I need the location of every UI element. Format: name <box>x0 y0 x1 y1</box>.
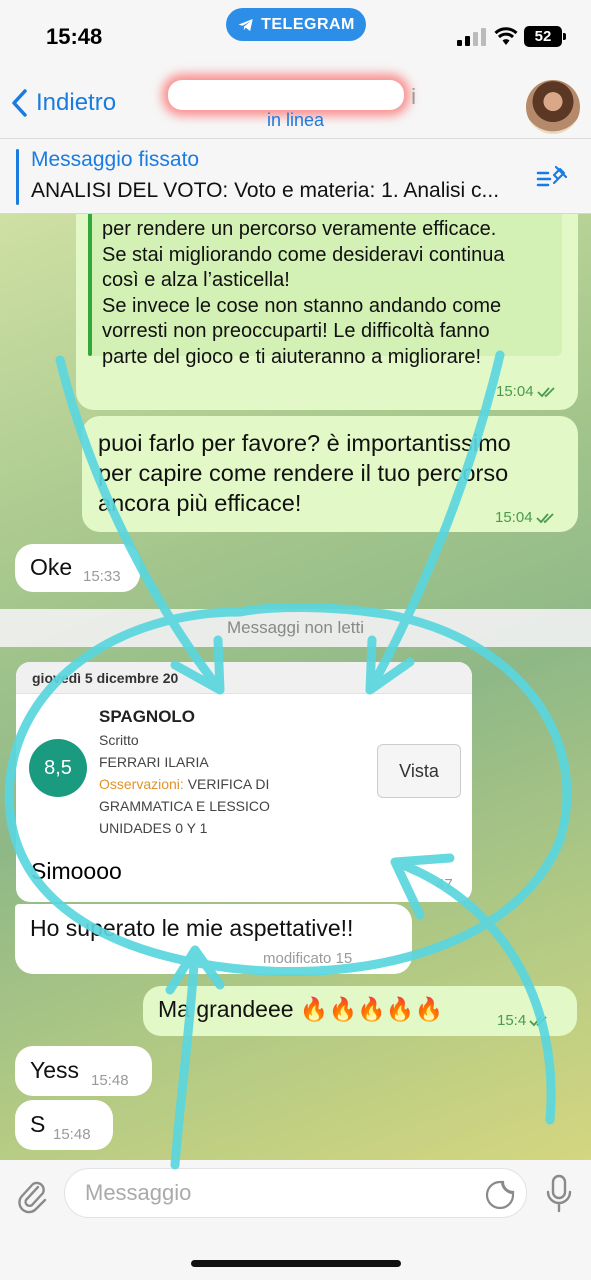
telegram-icon <box>238 18 253 31</box>
sticker-icon[interactable] <box>485 1180 515 1210</box>
pinned-title: Messaggio fissato <box>31 148 200 171</box>
observations-text: VERIFICA DI <box>187 776 270 792</box>
grade-badge: 8,5 <box>29 739 87 797</box>
contact-name-redacted[interactable]: i <box>168 80 416 110</box>
unread-separator: Messaggi non letti <box>0 609 591 647</box>
message-meta: 15:04 <box>496 383 557 400</box>
message-input[interactable] <box>64 1168 527 1218</box>
contact-name-tail: i <box>411 84 416 109</box>
card-observations: Osservazioni: VERIFICA DI <box>99 776 269 792</box>
message-bubble-incoming[interactable]: Ho superato le mie aspettative!! modific… <box>15 904 412 974</box>
message-time: 15:48 <box>91 1072 129 1089</box>
telegram-pill-label: TELEGRAM <box>261 15 355 33</box>
card-type: Scritto <box>99 732 139 748</box>
pinned-accent-bar <box>16 149 19 205</box>
telegram-return-pill[interactable]: TELEGRAM <box>226 8 366 41</box>
message-time: 15:33 <box>83 568 121 585</box>
message-time: 15:4 <box>497 1012 527 1029</box>
read-checks-icon <box>535 512 554 523</box>
read-checks-icon <box>536 386 555 397</box>
observations-text-line: UNIDADES 0 Y 1 <box>99 820 208 836</box>
message-meta: 15:04 <box>495 509 556 526</box>
view-button[interactable]: Vista <box>377 744 461 798</box>
message-text: Simoooo <box>31 858 122 884</box>
message-text: S <box>30 1111 46 1137</box>
message-bubble-incoming[interactable]: Yess 15:48 <box>15 1046 152 1096</box>
message-text: Ho superato le mie aspettative!! <box>30 915 354 941</box>
message-text: Yess <box>30 1057 80 1083</box>
card-subject: SPAGNOLO <box>99 707 196 726</box>
message-text: Oke <box>30 554 73 580</box>
pinned-message-bar[interactable]: Messaggio fissato ANALISI DEL VOTO: Voto… <box>0 138 591 214</box>
message-bubble-incoming[interactable]: S 15:48 <box>15 1100 113 1150</box>
message-bubble-outgoing[interactable]: per rendere un percorso veramente effica… <box>76 214 578 410</box>
chat-header: Indietro i in linea <box>0 70 591 138</box>
message-time: 15:04 <box>496 383 534 400</box>
observations-label: Osservazioni: <box>99 776 184 792</box>
home-indicator <box>191 1260 401 1267</box>
message-time: 15:48 <box>53 1126 91 1143</box>
composer <box>0 1160 591 1280</box>
battery-indicator: 52 <box>524 26 566 47</box>
message-time: 47 <box>436 876 453 893</box>
message-bubble-outgoing[interactable]: Ma grandeee 🔥🔥🔥🔥🔥 15:4 <box>143 986 577 1036</box>
message-bubble-outgoing[interactable]: puoi farlo per favore? è importantissimo… <box>82 416 578 532</box>
message-edited-meta: modificato 15 <box>263 950 353 967</box>
pin-list-icon[interactable] <box>536 163 570 193</box>
status-bar: 15:48 TELEGRAM 52 <box>0 0 591 70</box>
clock: 15:48 <box>46 24 103 49</box>
message-text: per rendere un percorso veramente effica… <box>102 218 505 368</box>
chat-area[interactable]: per rendere un percorso veramente effica… <box>0 214 591 1160</box>
contact-avatar[interactable] <box>526 80 580 134</box>
microphone-icon[interactable] <box>544 1174 574 1214</box>
attach-icon[interactable] <box>14 1178 52 1216</box>
message-text: Ma grandeee 🔥🔥🔥🔥🔥 <box>158 996 444 1022</box>
card-teacher: FERRARI ILARIA <box>99 754 209 770</box>
grade-card-message[interactable]: giovedì 5 dicembre 20 8,5 SPAGNOLO Scrit… <box>16 662 472 902</box>
observations-text-line: GRAMMATICA E LESSICO <box>99 798 270 814</box>
wifi-icon <box>494 27 518 45</box>
read-checks-icon <box>529 1015 547 1026</box>
card-date: giovedì 5 dicembre 20 <box>16 662 472 694</box>
message-time: 15:04 <box>495 509 533 526</box>
signal-icon <box>457 28 486 46</box>
contact-status: in linea <box>266 110 325 130</box>
pinned-text: ANALISI DEL VOTO: Voto e materia: 1. Ana… <box>31 179 500 202</box>
message-text: puoi farlo per favore? è importantissimo… <box>98 430 511 516</box>
message-bubble-incoming[interactable]: Oke 15:33 <box>15 544 140 592</box>
message-meta: 15:4 <box>497 1012 549 1029</box>
